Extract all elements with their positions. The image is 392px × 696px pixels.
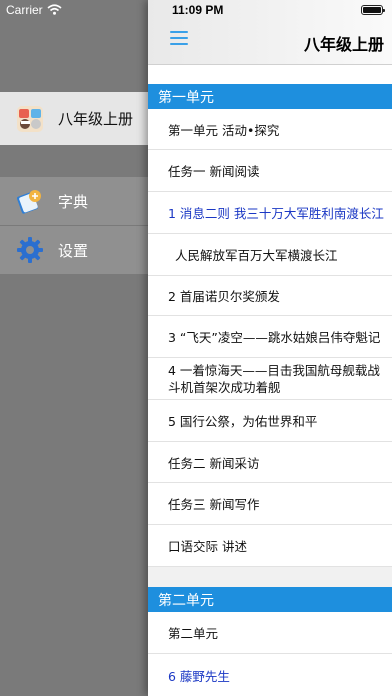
wifi-icon bbox=[47, 4, 62, 15]
list-item[interactable]: 口语交际 讲述 bbox=[148, 525, 392, 567]
list-item[interactable]: 6 藤野先生 bbox=[148, 654, 392, 696]
carrier-label: Carrier bbox=[6, 3, 43, 17]
dictionary-icon bbox=[16, 190, 41, 214]
sidebar-item-settings[interactable]: 设置 bbox=[0, 226, 152, 274]
status-bar: Carrier 11:09 PM bbox=[0, 0, 392, 22]
section-header: 第一单元 bbox=[148, 84, 392, 109]
list-item[interactable]: 4 一着惊海天——目击我国航母舰载战斗机首架次成功着舰 bbox=[148, 358, 392, 400]
list-item[interactable]: 1 消息二则 我三十万大军胜利南渡长江 bbox=[148, 192, 392, 234]
menu-icon[interactable] bbox=[170, 31, 188, 47]
sidebar-item-label: 设置 bbox=[58, 241, 89, 260]
page-title: 八年级上册 bbox=[303, 35, 384, 54]
list-item[interactable]: 3 “飞天”凌空——跳水姑娘吕伟夺魁记 bbox=[148, 316, 392, 358]
list-item[interactable]: 第二单元 bbox=[148, 612, 392, 654]
clock: 11:09 PM bbox=[172, 3, 224, 17]
section-spacer bbox=[148, 567, 392, 587]
list-item[interactable]: 任务一 新闻阅读 bbox=[148, 150, 392, 192]
list-item[interactable]: 人民解放军百万大军横渡长江 bbox=[148, 234, 392, 276]
sidebar-item-label: 八年级上册 bbox=[58, 110, 134, 128]
battery-icon bbox=[361, 5, 385, 15]
gear-icon bbox=[17, 237, 43, 263]
main-panel: 八年级上册 第一单元 第一单元 活动•探究 任务一 新闻阅读 1 消息二则 我三… bbox=[148, 0, 392, 696]
list-item[interactable]: 5 国行公祭，为佑世界和平 bbox=[148, 400, 392, 442]
list-item[interactable]: 2 首届诺贝尔奖颁发 bbox=[148, 276, 392, 316]
sidebar-item-dictionary[interactable]: 字典 bbox=[0, 177, 152, 226]
side-menu: 八年级上册 字典 设置 bbox=[0, 0, 152, 696]
list-item[interactable]: 第一单元 活动•探究 bbox=[148, 109, 392, 150]
list-top-spacer bbox=[148, 65, 392, 83]
sidebar-item-book[interactable]: 八年级上册 bbox=[0, 92, 152, 145]
section-header: 第二单元 bbox=[148, 587, 392, 612]
list-item[interactable]: 任务三 新闻写作 bbox=[148, 483, 392, 525]
sidebar-item-label: 字典 bbox=[58, 192, 89, 211]
list-item[interactable]: 任务二 新闻采访 bbox=[148, 442, 392, 483]
textbook-cover-icon bbox=[17, 105, 43, 132]
